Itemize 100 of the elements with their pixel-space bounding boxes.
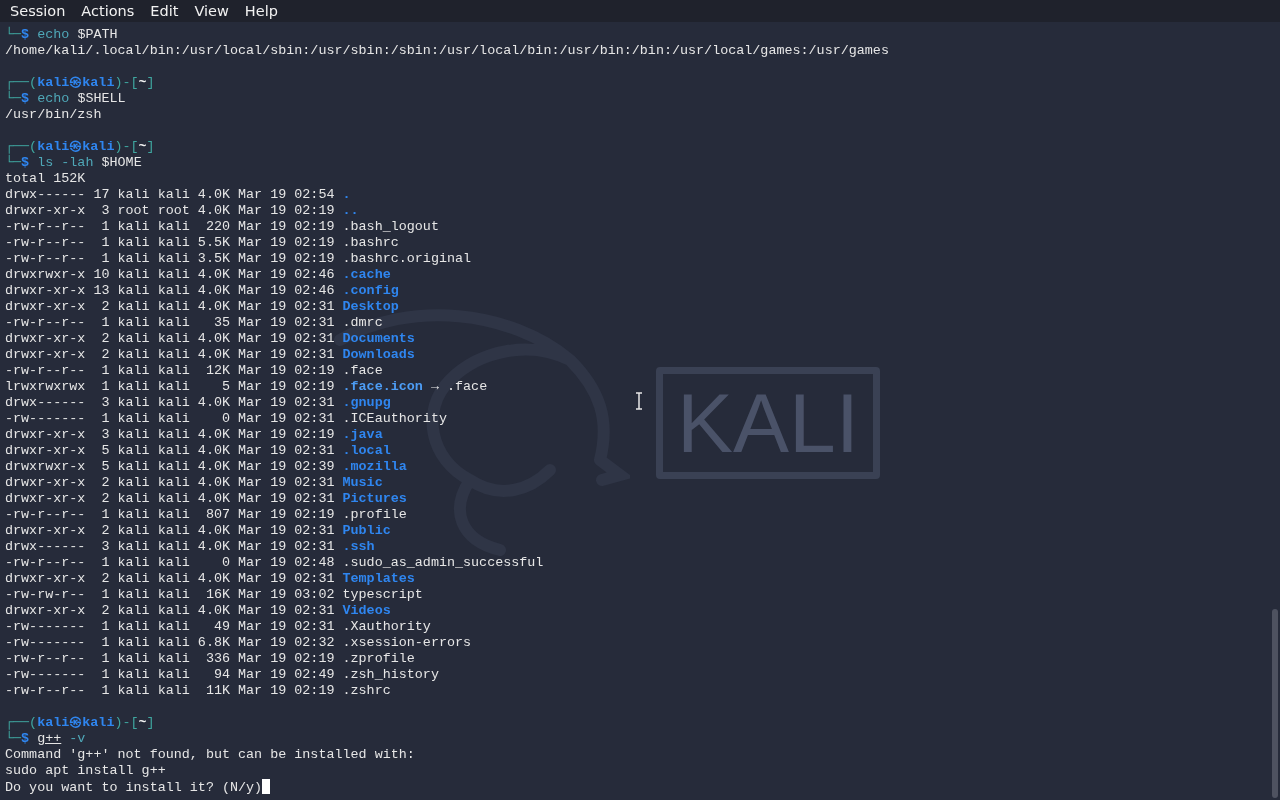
file-name: .sudo_as_admin_successful [342, 555, 544, 570]
command-argument: $HOME [101, 155, 142, 170]
file-details: -rw-r--r-- 1 kali kali 5.5K Mar 19 02:19 [5, 235, 335, 250]
menu-item[interactable]: Actions [73, 3, 143, 19]
prompt-sigil: $ [21, 731, 30, 746]
directory-name: Public [342, 523, 391, 538]
file-details: -rw------- 1 kali kali 94 Mar 19 02:49 [5, 667, 335, 682]
directory-name: Desktop [342, 299, 399, 314]
file-name: .xsession-errors [342, 635, 472, 650]
file-details: -rw-rw-r-- 1 kali kali 16K Mar 19 03:02 [5, 587, 335, 602]
file-details: -rw-r--r-- 1 kali kali 336 Mar 19 02:19 [5, 651, 335, 666]
output-text: Do you want to install it? (N/y) [5, 780, 263, 795]
file-details: -rw-r--r-- 1 kali kali 12K Mar 19 02:19 [5, 363, 335, 378]
working-directory: ~ [138, 75, 147, 90]
file-details: drwxr-xr-x 2 kali kali 4.0K Mar 19 02:31 [5, 523, 335, 538]
file-name: .bashrc.original [342, 251, 472, 266]
prompt-frame: )-[ [114, 715, 139, 730]
directory-name: .local [342, 443, 391, 458]
file-details: -rw-r--r-- 1 kali kali 11K Mar 19 02:19 [5, 683, 335, 698]
file-details: drwx------ 17 kali kali 4.0K Mar 19 02:54 [5, 187, 335, 202]
menu-item[interactable]: Edit [142, 3, 187, 19]
prompt-frame: └─ [5, 731, 22, 746]
command-name: g++ [37, 731, 62, 746]
file-details: drwxr-xr-x 2 kali kali 4.0K Mar 19 02:31 [5, 571, 335, 586]
directory-name: Templates [342, 571, 415, 586]
command-name: echo [37, 27, 70, 42]
file-name: .zshrc [342, 683, 391, 698]
file-details: drwxr-xr-x 2 kali kali 4.0K Mar 19 02:31 [5, 491, 335, 506]
working-directory: ~ [138, 139, 147, 154]
file-details: drwxr-xr-x 2 kali kali 4.0K Mar 19 02:31 [5, 475, 335, 490]
user-host: kali㉿kali [37, 75, 115, 90]
prompt-sigil: $ [21, 27, 30, 42]
prompt-frame: ┌──( [5, 715, 38, 730]
prompt-frame: └─ [5, 155, 22, 170]
directory-name: .. [342, 203, 359, 218]
file-name: .zsh_history [342, 667, 439, 682]
menu-item[interactable]: View [186, 3, 237, 19]
directory-name: Downloads [342, 347, 415, 362]
command-option: -v [69, 731, 86, 746]
file-details: -rw-r--r-- 1 kali kali 3.5K Mar 19 02:19 [5, 251, 335, 266]
command-name: echo [37, 91, 70, 106]
output-text: /usr/bin/zsh [5, 107, 102, 122]
command-name: ls [37, 155, 54, 170]
prompt-frame: └─ [5, 91, 22, 106]
file-name: .dmrc [342, 315, 383, 330]
prompt-sigil: $ [21, 91, 30, 106]
prompt-frame: ] [146, 715, 155, 730]
file-details: drwxr-xr-x 2 kali kali 4.0K Mar 19 02:31 [5, 603, 335, 618]
prompt-sigil: $ [21, 155, 30, 170]
prompt-frame: )-[ [114, 139, 139, 154]
prompt-frame: ┌──( [5, 75, 38, 90]
directory-name: . [342, 187, 351, 202]
file-details: drwxrwxr-x 5 kali kali 4.0K Mar 19 02:39 [5, 459, 335, 474]
file-name: .ICEauthority [342, 411, 447, 426]
prompt-frame: ┌──( [5, 139, 38, 154]
user-host: kali㉿kali [37, 715, 115, 730]
file-details: -rw-r--r-- 1 kali kali 0 Mar 19 02:48 [5, 555, 335, 570]
directory-name: .gnupg [342, 395, 391, 410]
mouse-cursor-icon [635, 392, 643, 410]
file-details: drwxr-xr-x 2 kali kali 4.0K Mar 19 02:31 [5, 331, 335, 346]
directory-name: Music [342, 475, 383, 490]
file-details: drwx------ 3 kali kali 4.0K Mar 19 02:31 [5, 395, 335, 410]
output-text: total 152K [5, 171, 86, 186]
file-details: drwxr-xr-x 2 kali kali 4.0K Mar 19 02:31 [5, 347, 335, 362]
file-details: drwx------ 3 kali kali 4.0K Mar 19 02:31 [5, 539, 335, 554]
directory-name: Pictures [342, 491, 407, 506]
command-option: -lah [61, 155, 94, 170]
scrollbar-thumb[interactable] [1272, 609, 1278, 798]
directory-name: .java [342, 427, 383, 442]
file-name: .bash_logout [342, 219, 439, 234]
directory-name: .mozilla [342, 459, 407, 474]
file-details: drwxr-xr-x 3 root root 4.0K Mar 19 02:19 [5, 203, 335, 218]
file-details: drwxrwxr-x 10 kali kali 4.0K Mar 19 02:46 [5, 267, 335, 282]
file-name: .face [342, 363, 383, 378]
output-text: /home/kali/.local/bin:/usr/local/sbin:/usr/sbin:/sbin:/usr/local/bin:/usr/bin:/bin:/usr/local/games:/usr/games [5, 43, 889, 58]
prompt-frame: └─ [5, 27, 22, 42]
menu-item[interactable]: Session [2, 3, 74, 19]
directory-name: Videos [342, 603, 391, 618]
file-details: lrwxrwxrwx 1 kali kali 5 Mar 19 02:19 [5, 379, 335, 394]
file-details: -rw------- 1 kali kali 49 Mar 19 02:31 [5, 619, 335, 634]
command-argument: $SHELL [77, 91, 126, 106]
user-host: kali㉿kali [37, 139, 115, 154]
directory-name: Documents [342, 331, 415, 346]
file-details: drwxr-xr-x 5 kali kali 4.0K Mar 19 02:31 [5, 443, 335, 458]
working-directory: ~ [138, 715, 147, 730]
file-details: drwxr-xr-x 3 kali kali 4.0K Mar 19 02:19 [5, 427, 335, 442]
symlink-target: → .face [430, 379, 488, 394]
directory-name: .cache [342, 267, 391, 282]
file-name: .bashrc [342, 235, 399, 250]
prompt-frame: ] [146, 75, 155, 90]
file-details: -rw-r--r-- 1 kali kali 35 Mar 19 02:31 [5, 315, 335, 330]
file-details: drwxr-xr-x 13 kali kali 4.0K Mar 19 02:46 [5, 283, 335, 298]
command-argument: $PATH [77, 27, 118, 42]
file-name: .profile [342, 507, 407, 522]
file-details: -rw------- 1 kali kali 0 Mar 19 02:31 [5, 411, 335, 426]
file-details: -rw------- 1 kali kali 6.8K Mar 19 02:32 [5, 635, 335, 650]
menu-item[interactable]: Help [236, 3, 286, 19]
directory-name: .config [342, 283, 399, 298]
symlink-name: .face.icon [342, 379, 423, 394]
file-details: drwxr-xr-x 2 kali kali 4.0K Mar 19 02:31 [5, 299, 335, 314]
